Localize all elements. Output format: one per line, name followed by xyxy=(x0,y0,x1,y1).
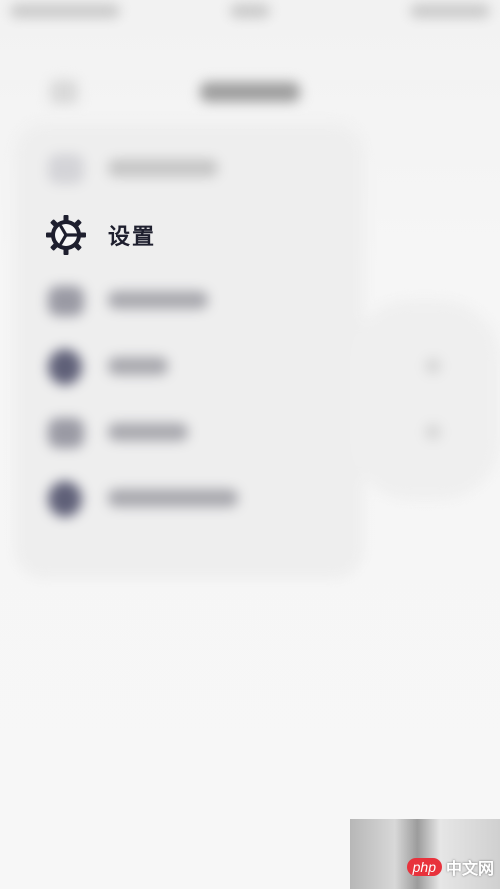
menu-item-icon xyxy=(48,349,82,385)
page-title-blur xyxy=(200,82,300,102)
menu-item[interactable] xyxy=(40,344,300,388)
status-bar xyxy=(0,0,500,28)
watermark-site: 中文网 xyxy=(445,859,494,878)
menu-item-icon xyxy=(48,418,84,448)
menu-item-icon xyxy=(48,286,84,316)
menu-item[interactable] xyxy=(40,146,300,190)
menu-item-label-blur xyxy=(108,423,188,441)
status-bar-center-blur xyxy=(230,4,270,18)
chevron-right-icon xyxy=(425,424,441,440)
status-bar-battery-blur xyxy=(410,4,490,18)
watermark: php 中文网 xyxy=(350,819,500,889)
blurred-background xyxy=(0,0,500,889)
watermark-text: php 中文网 xyxy=(406,855,494,879)
settings-gear-icon xyxy=(44,213,88,257)
menu-item-icon xyxy=(48,154,84,184)
screen: 设置 php 中文网 xyxy=(0,0,500,889)
menu-item[interactable] xyxy=(40,476,300,520)
status-bar-time-blur xyxy=(10,4,120,18)
menu-item-label-blur xyxy=(108,357,168,375)
menu-item-label-blur xyxy=(108,159,218,177)
watermark-logo: php xyxy=(406,858,442,876)
menu-panel-right xyxy=(350,300,500,500)
menu-item-label-blur xyxy=(108,489,238,507)
back-button[interactable] xyxy=(50,80,78,104)
menu-item[interactable] xyxy=(40,410,300,454)
chevron-right-icon xyxy=(425,358,441,374)
menu-item[interactable] xyxy=(40,278,300,322)
settings-label: 设置 xyxy=(108,225,157,250)
menu-item-icon xyxy=(48,481,82,517)
settings-menu-item[interactable]: 设置 xyxy=(44,212,304,258)
menu-item-label-blur xyxy=(108,291,208,309)
